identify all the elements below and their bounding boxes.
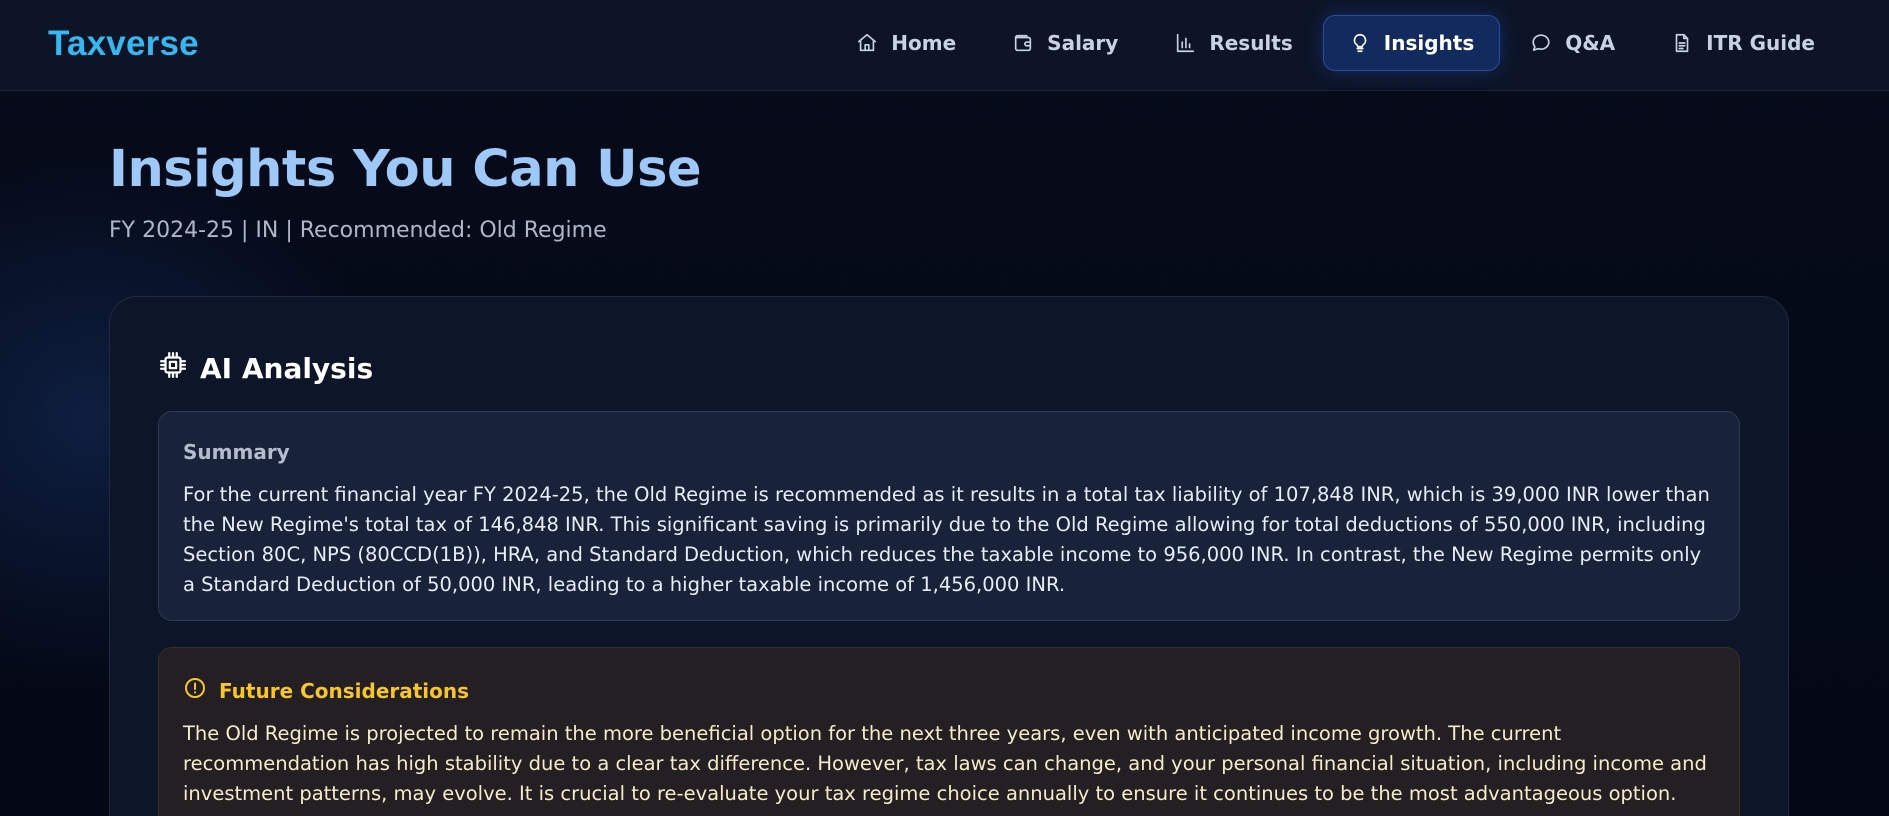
chat-bubble-icon xyxy=(1530,32,1552,54)
home-icon xyxy=(856,32,878,54)
summary-text: For the current financial year FY 2024-2… xyxy=(183,483,1710,596)
document-icon xyxy=(1671,32,1693,54)
bar-chart-icon xyxy=(1174,32,1196,54)
ai-analysis-heading: AI Analysis xyxy=(158,350,373,387)
nav-insights-label: Insights xyxy=(1383,31,1475,55)
future-considerations-text: The Old Regime is projected to remain th… xyxy=(183,722,1707,805)
future-considerations-heading: Future Considerations xyxy=(183,676,1715,705)
alert-circle-icon xyxy=(183,676,219,705)
nav-salary-label: Salary xyxy=(1047,31,1119,55)
main-nav: Home Salary Results Insights Q&A ITR Gui… xyxy=(830,15,1841,71)
nav-results[interactable]: Results xyxy=(1148,15,1318,71)
brand-logo[interactable]: Taxverse xyxy=(48,24,199,64)
nav-home[interactable]: Home xyxy=(830,15,982,71)
lightbulb-icon xyxy=(1349,32,1371,54)
nav-itr-guide[interactable]: ITR Guide xyxy=(1645,15,1841,71)
nav-insights[interactable]: Insights xyxy=(1322,15,1501,71)
wallet-icon xyxy=(1012,32,1034,54)
top-navbar: Taxverse Home Salary Results Insights Q&… xyxy=(0,0,1889,91)
future-considerations-title: Future Considerations xyxy=(219,678,470,703)
summary-panel: Summary For the current financial year F… xyxy=(158,411,1740,621)
page-subtitle: FY 2024-25 | IN | Recommended: Old Regim… xyxy=(109,218,607,243)
nav-home-label: Home xyxy=(891,31,957,55)
nav-qa[interactable]: Q&A xyxy=(1504,15,1641,71)
cpu-chip-icon xyxy=(158,350,200,387)
nav-qa-label: Q&A xyxy=(1565,31,1616,55)
ai-analysis-title: AI Analysis xyxy=(200,352,374,385)
nav-itr-guide-label: ITR Guide xyxy=(1706,31,1815,55)
ai-analysis-card: AI Analysis Summary For the current fina… xyxy=(109,296,1789,816)
summary-title: Summary xyxy=(183,440,290,464)
nav-results-label: Results xyxy=(1209,31,1293,55)
nav-salary[interactable]: Salary xyxy=(986,15,1144,71)
page-title: Insights You Can Use xyxy=(109,140,702,199)
future-considerations-panel: Future Considerations The Old Regime is … xyxy=(158,647,1740,816)
